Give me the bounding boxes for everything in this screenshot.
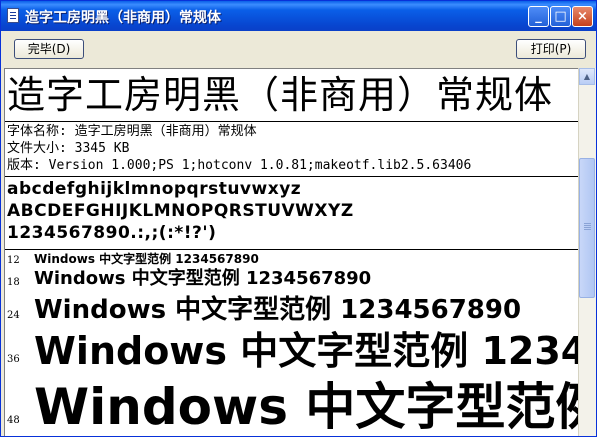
minimize-button[interactable]: _ (528, 6, 549, 27)
title-bar[interactable]: 造字工房明黑（非商用）常规体 _ □ × (1, 1, 596, 31)
charset-lowercase: abcdefghijklmnopqrstuvwxyz (7, 179, 302, 199)
close-button[interactable]: × (572, 6, 593, 27)
divider (5, 249, 579, 250)
divider (5, 121, 579, 122)
sample-size-label: 36 (7, 354, 20, 365)
sample-size-label: 18 (7, 277, 20, 288)
vertical-scrollbar[interactable]: ▲ (578, 68, 596, 436)
maximize-icon: □ (554, 9, 567, 24)
print-button[interactable]: 打印(P) (516, 39, 586, 59)
charset-digits: 1234567890.:,;(:*!?') (7, 223, 217, 243)
close-icon: × (577, 9, 588, 24)
scrollbar-thumb[interactable] (579, 158, 595, 298)
sample-text: Windows 中文字型范例 1234567890 (34, 378, 579, 436)
divider (5, 176, 579, 177)
toolbar: 完毕(D) 打印(P) (1, 31, 596, 68)
sample-size-label: 24 (7, 310, 20, 321)
version-line: 版本: Version 1.000;PS 1;hotconv 1.0.81;ma… (7, 158, 472, 173)
charset-uppercase: ABCDEFGHIJKLMNOPQRSTUVWXYZ (7, 201, 354, 221)
window-title: 造字工房明黑（非商用）常规体 (25, 10, 221, 26)
sample-text: Windows 中文字型范例 1234567890 (34, 329, 579, 373)
file-size-line: 文件大小: 3345 KB (7, 141, 130, 156)
font-name-line: 字体名称: 造字工房明黑（非商用）常规体 (7, 124, 257, 139)
sample-text: Windows 中文字型范例 1234567890 (34, 295, 522, 325)
minimize-icon: _ (535, 9, 542, 24)
sample-size-label: 48 (7, 415, 20, 426)
font-preview-area: 造字工房明黑（非商用）常规体 字体名称: 造字工房明黑（非商用）常规体 文件大小… (4, 68, 579, 436)
sample-text: Windows 中文字型范例 1234567890 (34, 252, 259, 266)
sample-size-label: 12 (7, 255, 20, 266)
font-display-name: 造字工房明黑（非商用）常规体 (7, 73, 554, 117)
done-button[interactable]: 完毕(D) (14, 39, 84, 59)
app-icon (7, 8, 19, 23)
sample-text: Windows 中文字型范例 1234567890 (34, 268, 372, 289)
font-viewer-window: 造字工房明黑（非商用）常规体 _ □ × 完毕(D) 打印(P) 造字工房明黑（… (0, 0, 597, 437)
scroll-up-icon[interactable]: ▲ (579, 68, 595, 85)
maximize-button[interactable]: □ (550, 6, 571, 27)
